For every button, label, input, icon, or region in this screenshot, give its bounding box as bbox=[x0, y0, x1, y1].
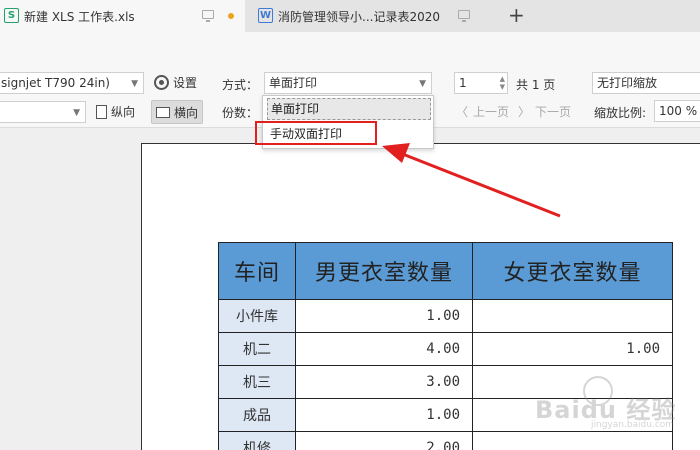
scaling-mode-select[interactable]: 无打印缩放 bbox=[592, 72, 700, 94]
total-pages: 共 1 页 bbox=[516, 78, 556, 92]
prev-page-label: 上一页 bbox=[473, 105, 510, 119]
table-row: 机二 4.00 1.00 bbox=[218, 332, 673, 366]
print-mode-value: 单面打印 bbox=[269, 76, 318, 90]
tab-title: 新建 XLS 工作表.xls bbox=[24, 10, 135, 24]
value-cell: 2.00 bbox=[295, 431, 473, 450]
scale-input[interactable]: 100 % bbox=[654, 100, 700, 122]
scaling-mode-value: 无打印缩放 bbox=[597, 76, 658, 90]
next-page-button[interactable]: 〉 下一页 bbox=[518, 103, 571, 120]
monitor-icon[interactable] bbox=[202, 10, 214, 22]
printer-value: signjet T790 24in) bbox=[1, 76, 110, 90]
document-icon: W bbox=[258, 8, 273, 23]
value-cell: 1.00 bbox=[295, 299, 473, 333]
paper-select[interactable]: ▼ bbox=[0, 101, 86, 123]
stepper-icon[interactable]: ▲ ▼ bbox=[500, 75, 505, 91]
category-cell: 机三 bbox=[218, 365, 296, 399]
portrait-label: 纵向 bbox=[111, 105, 136, 119]
unsaved-dot-icon bbox=[228, 13, 234, 19]
page-number-input[interactable]: 1 ▲ ▼ bbox=[454, 72, 508, 94]
chevron-down-icon: ▼ bbox=[73, 108, 80, 118]
scale-value: 100 % bbox=[659, 104, 698, 118]
table-row: 小件库 1.00 bbox=[218, 299, 673, 333]
spreadsheet-icon: S bbox=[4, 8, 19, 23]
value-cell: 1.00 bbox=[472, 332, 673, 366]
table-row: 机修 2.00 bbox=[218, 431, 673, 450]
portrait-button[interactable]: 纵向 bbox=[96, 103, 135, 120]
portrait-page-icon bbox=[96, 104, 107, 119]
tab-doc-record[interactable]: W 消防管理领导小...记录表2020 bbox=[248, 0, 496, 32]
gear-icon bbox=[154, 75, 169, 90]
print-mode-select[interactable]: 单面打印 ▼ bbox=[264, 72, 432, 94]
new-tab-button[interactable]: + bbox=[508, 2, 525, 28]
printer-select[interactable]: signjet T790 24in) ▼ bbox=[0, 72, 144, 94]
column-header: 女更衣室数量 bbox=[472, 242, 673, 300]
category-cell: 机修 bbox=[218, 431, 296, 450]
value-cell bbox=[472, 299, 673, 333]
value-cell bbox=[472, 431, 673, 450]
next-page-label: 下一页 bbox=[535, 105, 572, 119]
prev-page-button[interactable]: 〈 上一页 bbox=[456, 103, 509, 120]
value-cell: 4.00 bbox=[295, 332, 473, 366]
dropdown-option-single[interactable]: 单面打印 bbox=[267, 98, 431, 120]
value-cell: 3.00 bbox=[295, 365, 473, 399]
category-cell: 小件库 bbox=[218, 299, 296, 333]
page-number-value: 1 bbox=[459, 76, 467, 90]
chevron-left-icon: 〈 bbox=[456, 105, 469, 119]
chevron-down-icon: ▼ bbox=[419, 79, 426, 89]
column-header: 男更衣室数量 bbox=[295, 242, 473, 300]
column-header: 车间 bbox=[218, 242, 296, 300]
value-cell: 1.00 bbox=[295, 398, 473, 432]
tab-title: 消防管理领导小...记录表2020 bbox=[278, 10, 440, 24]
copies-label: 份数： bbox=[222, 106, 259, 120]
category-cell: 机二 bbox=[218, 332, 296, 366]
settings-label: 设置 bbox=[173, 76, 198, 90]
table-header-row: 车间 男更衣室数量 女更衣室数量 bbox=[218, 242, 673, 300]
tab-xls-workbook[interactable]: S 新建 XLS 工作表.xls bbox=[0, 0, 245, 32]
category-cell: 成品 bbox=[218, 398, 296, 432]
scale-label: 缩放比例: bbox=[594, 106, 647, 120]
settings-button[interactable]: 设置 bbox=[154, 74, 197, 91]
mode-label: 方式： bbox=[222, 78, 259, 92]
highlight-box bbox=[255, 121, 377, 145]
landscape-page-icon bbox=[156, 106, 170, 118]
tab-bar: S 新建 XLS 工作表.xls W 消防管理领导小...记录表2020 + bbox=[0, 0, 700, 32]
monitor-icon[interactable] bbox=[458, 10, 470, 22]
landscape-label: 横向 bbox=[174, 105, 199, 120]
watermark-url: jingyan.baidu.com bbox=[591, 420, 675, 430]
landscape-button[interactable]: 横向 bbox=[151, 100, 204, 124]
chevron-down-icon: ▼ bbox=[131, 79, 138, 89]
watermark: Baidu 经验 jingyan.baidu.com bbox=[535, 372, 695, 432]
chevron-right-icon: 〉 bbox=[518, 105, 531, 119]
